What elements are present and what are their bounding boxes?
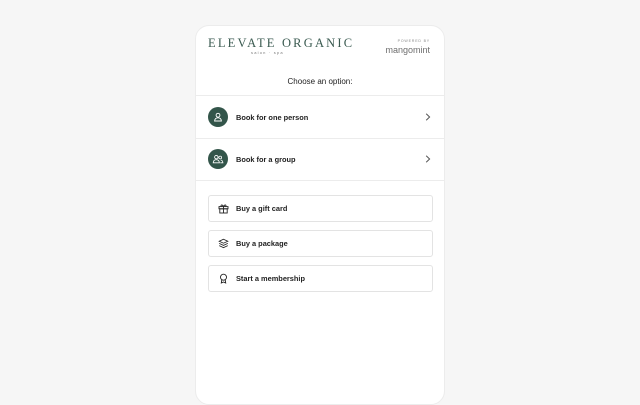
divider xyxy=(196,180,444,181)
book-one-person-button[interactable]: Book for one person xyxy=(196,96,444,138)
buy-gift-card-button[interactable]: Buy a gift card xyxy=(208,195,433,222)
membership-icon xyxy=(218,273,229,284)
chevron-right-icon xyxy=(424,113,432,121)
package-icon xyxy=(218,238,229,249)
group-icon xyxy=(208,149,228,169)
start-membership-label: Start a membership xyxy=(236,274,306,283)
buy-package-button[interactable]: Buy a package xyxy=(208,230,433,257)
book-group-button[interactable]: Book for a group xyxy=(196,138,444,180)
chevron-right-icon xyxy=(424,155,432,163)
powered-by-label: POWERED BY xyxy=(397,39,430,43)
powered-by: POWERED BY mangomint xyxy=(385,39,430,55)
book-one-person-label: Book for one person xyxy=(236,112,309,122)
brand-logo: ELEVATE ORGANIC xyxy=(208,36,355,50)
person-icon xyxy=(208,107,228,127)
buy-package-label: Buy a package xyxy=(236,239,288,248)
powered-by-logo: mangomint xyxy=(385,45,430,55)
gift-icon xyxy=(218,203,229,214)
book-group-label: Book for a group xyxy=(236,154,296,164)
booking-card: ELEVATE ORGANIC salon · spa POWERED BY m… xyxy=(195,25,445,405)
start-membership-button[interactable]: Start a membership xyxy=(208,265,433,292)
buy-gift-card-label: Buy a gift card xyxy=(236,204,288,213)
brand-tagline: salon · spa xyxy=(251,50,284,55)
header: ELEVATE ORGANIC salon · spa POWERED BY m… xyxy=(196,26,444,70)
page-prompt: Choose an option: xyxy=(287,77,353,86)
